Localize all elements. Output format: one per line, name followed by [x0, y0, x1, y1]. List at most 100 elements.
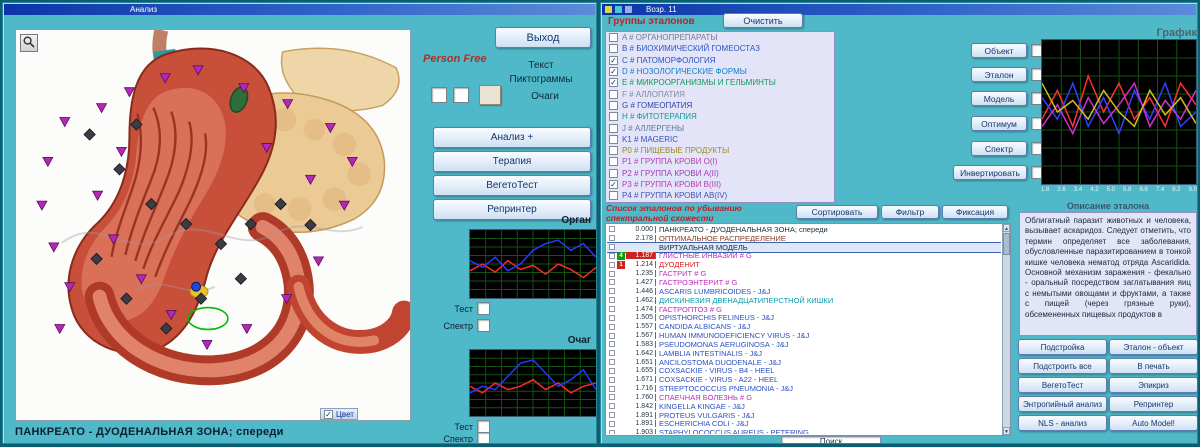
- group-checkbox[interactable]: [609, 168, 618, 178]
- action-button[interactable]: NLS - анализ: [1018, 415, 1107, 431]
- action-button[interactable]: Репринтер: [1109, 396, 1197, 412]
- group-item[interactable]: ✓ C # ПАТОМОРФОЛОГИЯ: [606, 55, 834, 66]
- group-item[interactable]: P4 # ГРУППА КРОВИ AB(IV): [606, 190, 834, 201]
- etalon-row[interactable]: 2.178 ОПТИМАЛЬНОЕ РАСПРЕДЕЛЕНИЕ: [607, 234, 1001, 243]
- group-checkbox[interactable]: [609, 112, 618, 122]
- etalon-row[interactable]: 1.891 ESCHERICHIA COLI - J&J: [607, 419, 1001, 428]
- etalon-row[interactable]: 1.427 ГАСТРОЭНТЕРИТ # G: [607, 278, 1001, 287]
- etalon-checkbox[interactable]: [609, 332, 615, 339]
- etalon-row[interactable]: 1.671 COXSACKIE - VIRUS - A22 - HEEL: [607, 375, 1001, 384]
- magnifier-button[interactable]: [20, 34, 38, 52]
- etalon-checkbox[interactable]: [609, 297, 615, 304]
- group-checkbox[interactable]: [609, 157, 618, 167]
- filter-button[interactable]: Фильтр: [881, 205, 939, 219]
- color-toggle[interactable]: ✓ Цвет: [320, 408, 358, 420]
- graph-control-button[interactable]: Модель: [971, 91, 1027, 106]
- action-button[interactable]: Эталон - объект: [1109, 339, 1197, 355]
- etalon-checkbox[interactable]: [609, 385, 615, 392]
- etalon-row[interactable]: 4 1.187 ГЛИСТНЫЕ ИНВАЗИИ # G: [607, 251, 1001, 260]
- analysis-plus-button[interactable]: Анализ +: [433, 127, 591, 148]
- graph-control-button[interactable]: Оптимум: [971, 116, 1027, 131]
- group-checkbox[interactable]: [609, 44, 618, 54]
- etalon-row[interactable]: 1.903 STAPHYLOCOCCUS AUREUS - PETERING: [607, 428, 1001, 434]
- action-button[interactable]: В печать: [1109, 358, 1197, 374]
- etalon-row[interactable]: 1 1.214 ДУОДЕНИТ: [607, 260, 1001, 269]
- etalon-checkbox[interactable]: [609, 376, 615, 383]
- group-checkbox[interactable]: [609, 146, 618, 156]
- etalon-row[interactable]: 1.446 ASCARIS LUMBRICOIDES - J&J: [607, 287, 1001, 296]
- group-item[interactable]: P0 # ПИЩЕВЫЕ ПРОДУКТЫ: [606, 145, 834, 156]
- etalon-row[interactable]: 1.583 PSEUDOMONAS AERUGINOSA - J&J: [607, 340, 1001, 349]
- group-checkbox[interactable]: [609, 134, 618, 144]
- action-button[interactable]: Энтропийный анализ: [1018, 396, 1107, 412]
- etalon-checkbox[interactable]: [609, 350, 615, 357]
- etalon-row[interactable]: 1.842 KINGELLA KINGAE - J&J: [607, 402, 1001, 411]
- action-button[interactable]: ВегетоТест: [1018, 377, 1107, 393]
- action-button[interactable]: Подстройка: [1018, 339, 1107, 355]
- group-item[interactable]: B # БИОХИМИЧЕСКИЙ ГОМЕОСТАЗ: [606, 43, 834, 54]
- action-button[interactable]: Эпикриз: [1109, 377, 1197, 393]
- etalon-checkbox[interactable]: [609, 226, 615, 233]
- group-checkbox[interactable]: [609, 89, 618, 99]
- spectrum-checkbox-focus[interactable]: [477, 432, 490, 443]
- etalon-checkbox[interactable]: [609, 244, 615, 251]
- sort-button[interactable]: Сортировать: [796, 205, 878, 219]
- etalon-row[interactable]: 0.000 ПАНКРЕАТО - ДУОДЕНАЛЬНАЯ ЗОНА; спер…: [607, 225, 1001, 234]
- etalon-checkbox[interactable]: [609, 323, 615, 330]
- etalon-row[interactable]: 1.235 ГАСТРИТ # G: [607, 269, 1001, 278]
- etalon-row[interactable]: ВИРТУАЛЬНАЯ МОДЕЛЬ: [607, 241, 1001, 253]
- etalon-checkbox[interactable]: [609, 314, 615, 321]
- etalon-row[interactable]: 1.655 COXSACKIE - VIRUS - B4 - HEEL: [607, 366, 1001, 375]
- etalon-row[interactable]: 1.760 СПАЕЧНАЯ БОЛЕЗНЬ # G: [607, 393, 1001, 402]
- group-item[interactable]: G # ГОМЕОПАТИЯ: [606, 100, 834, 111]
- etalon-checkbox[interactable]: [609, 403, 615, 410]
- scroll-thumb[interactable]: [1003, 233, 1010, 255]
- scroll-down-icon[interactable]: ▼: [1003, 427, 1010, 435]
- etalon-row[interactable]: 1.716 STREPTOCOCCUS PNEUMONIA - J&J: [607, 384, 1001, 393]
- etalon-checkbox[interactable]: [609, 367, 615, 374]
- titlebar-icon[interactable]: [625, 6, 632, 13]
- etalon-checkbox[interactable]: [609, 394, 615, 401]
- text-toggle-box[interactable]: [431, 87, 447, 103]
- right-titlebar[interactable]: Возр. 11: [602, 4, 1196, 15]
- etalon-row[interactable]: 1.505 OPISTHORCHIS FELINEUS - J&J: [607, 313, 1001, 322]
- etalon-row[interactable]: 1.567 HUMAN IMMUNODEFICIENCY VIRUS - J&J: [607, 331, 1001, 340]
- etalon-checkbox[interactable]: [609, 261, 615, 268]
- graph-control-button[interactable]: Спектр: [971, 141, 1027, 156]
- graph-control-button[interactable]: Инвертировать: [953, 165, 1027, 180]
- group-checkbox[interactable]: ✓: [609, 180, 618, 189]
- etalon-checkbox[interactable]: [609, 270, 615, 277]
- clear-button[interactable]: Очистить: [723, 13, 803, 28]
- group-checkbox[interactable]: [609, 123, 618, 133]
- graph-control-button[interactable]: Эталон: [971, 67, 1027, 82]
- group-item[interactable]: K1 # MAGERIC: [606, 134, 834, 145]
- etalon-row[interactable]: 1.651 ANCILOSTOMA DUODENALE - J&J: [607, 358, 1001, 367]
- fixation-button[interactable]: Фиксация: [942, 205, 1008, 219]
- pictogram-toggle-box[interactable]: [453, 87, 469, 103]
- left-titlebar[interactable]: Анализ: [4, 4, 595, 15]
- etalon-row[interactable]: 1.462 ДИСКИНЕЗИЯ ДВЕНАДЦАТИПЕРСТНОЙ КИШКИ: [607, 296, 1001, 305]
- etalon-checkbox[interactable]: [609, 279, 615, 286]
- titlebar-icon[interactable]: [615, 6, 622, 13]
- group-item[interactable]: ✓ E # МИКРООРГАНИЗМЫ И ГЕЛЬМИНТЫ: [606, 77, 834, 88]
- group-checkbox[interactable]: ✓: [609, 78, 618, 88]
- etalon-row[interactable]: 1.557 CANDIDA ALBICANS - J&J: [607, 322, 1001, 331]
- etalon-checkbox[interactable]: [609, 235, 615, 242]
- search-field[interactable]: Поиск: [781, 436, 881, 443]
- etalon-checkbox[interactable]: [609, 429, 615, 434]
- etalon-checkbox[interactable]: [609, 252, 615, 259]
- etalon-checkbox[interactable]: [609, 288, 615, 295]
- vegeto-test-button[interactable]: ВегетоТест: [433, 175, 591, 196]
- group-item[interactable]: P2 # ГРУППА КРОВИ A(II): [606, 168, 834, 179]
- group-item[interactable]: ✓ P3 # ГРУППА КРОВИ B(III): [606, 179, 834, 190]
- etalon-checkbox[interactable]: [609, 359, 615, 366]
- etalon-row[interactable]: 1.474 ГАСТРОПТОЗ # G: [607, 305, 1001, 314]
- group-checkbox[interactable]: [609, 33, 618, 43]
- titlebar-icon[interactable]: [605, 6, 612, 13]
- etalon-row[interactable]: 1.891 PROTEUS VULGARIS - J&J: [607, 411, 1001, 420]
- group-item[interactable]: J # АЛЛЕРГЕНЫ: [606, 122, 834, 133]
- etalon-checkbox[interactable]: [609, 412, 615, 419]
- action-button[interactable]: Auto Model!: [1109, 415, 1197, 431]
- etalon-scrollbar[interactable]: ▲ ▼: [1002, 224, 1010, 435]
- therapy-button[interactable]: Терапия: [433, 151, 591, 172]
